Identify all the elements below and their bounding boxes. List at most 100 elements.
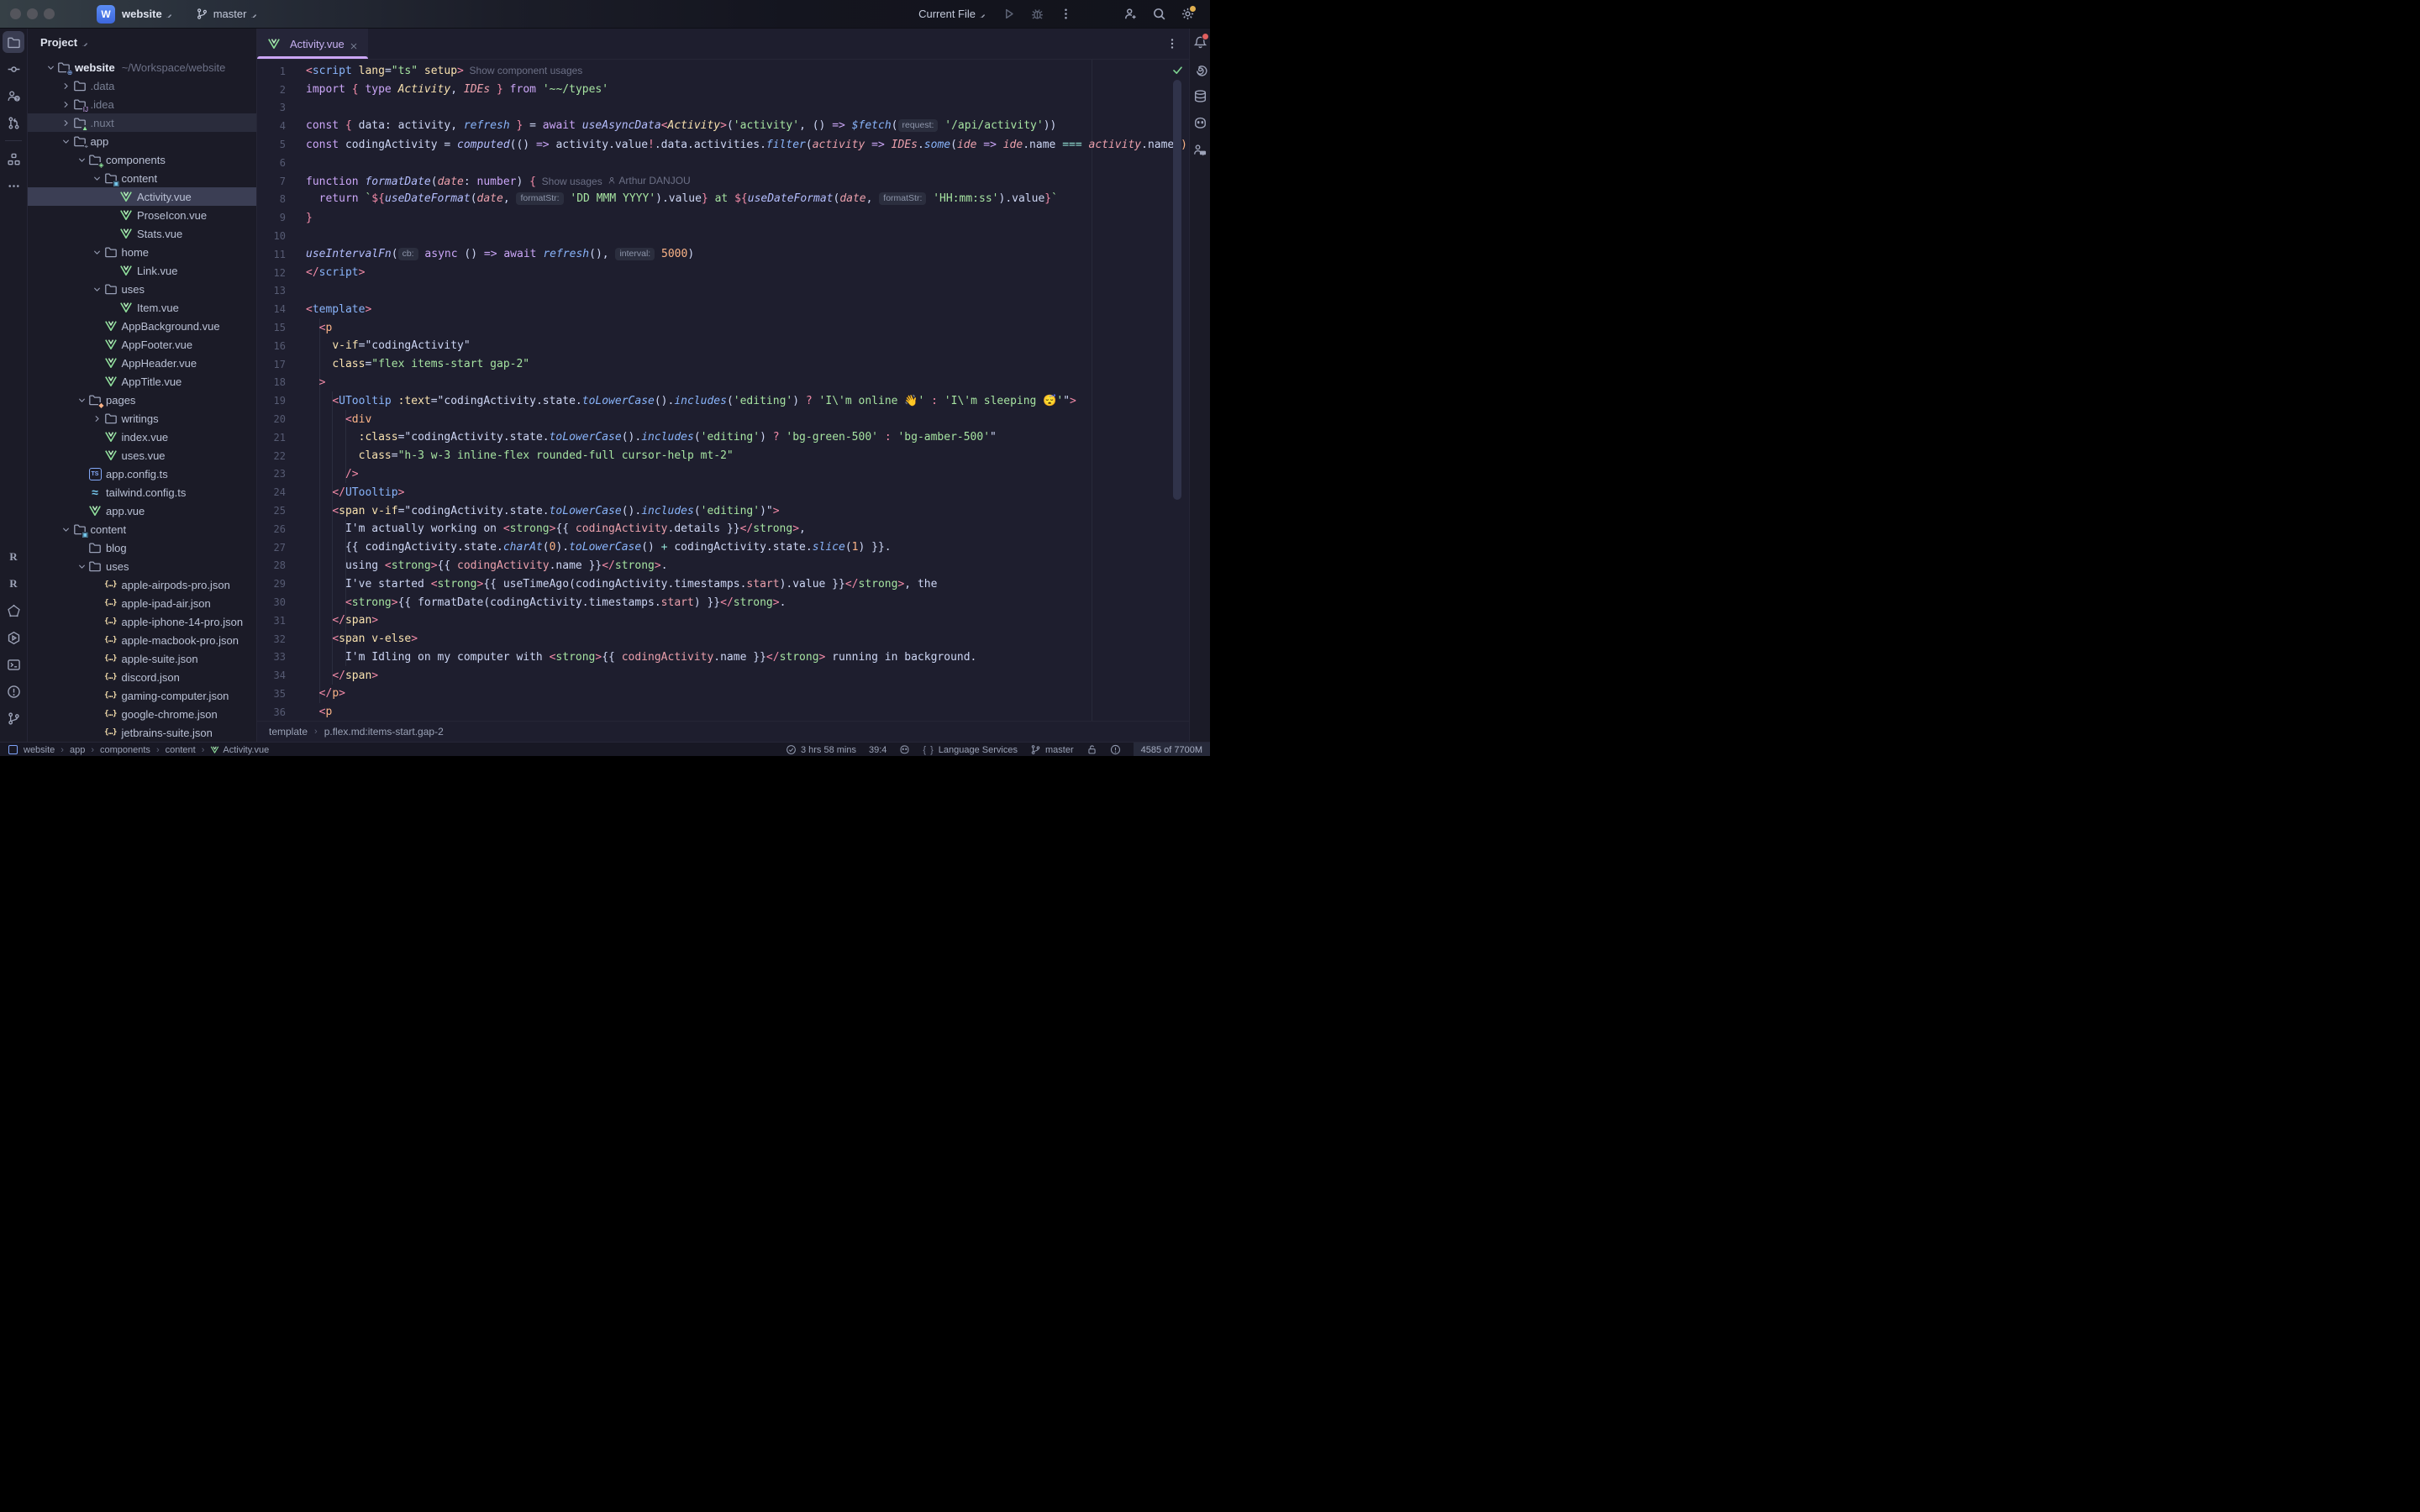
tree-row[interactable]: {…}discord.json [28, 668, 256, 686]
breadcrumb-item[interactable]: template [269, 726, 308, 738]
tree-row[interactable]: Activity.vue [28, 187, 256, 206]
tree-row[interactable]: uses [28, 280, 256, 298]
git-branch-widget[interactable]: master [1030, 744, 1074, 755]
tree-chevron-icon[interactable] [75, 153, 88, 166]
code-line[interactable]: 11useIntervalFn(cb: async () => await re… [257, 245, 1189, 264]
tree-row[interactable]: AppHeader.vue [28, 354, 256, 372]
tree-row[interactable]: Link.vue [28, 261, 256, 280]
code-line[interactable]: 7function formatDate(date: number) { Sho… [257, 172, 1189, 191]
tree-row[interactable]: index.vue [28, 428, 256, 446]
tree-row[interactable]: {…}apple-iphone-14-pro.json [28, 612, 256, 631]
tree-row[interactable]: writings [28, 409, 256, 428]
ai-assistant-button[interactable] [1189, 58, 1210, 80]
tree-chevron-icon[interactable] [91, 171, 104, 185]
tree-row[interactable]: ▣content [28, 169, 256, 187]
tree-row[interactable]: {…}apple-airpods-pro.json [28, 575, 256, 594]
code-line[interactable]: 27 {{ codingActivity.state.charAt(0).toL… [257, 538, 1189, 557]
tree-row[interactable]: TSapp.config.ts [28, 465, 256, 483]
code-line[interactable]: 6 [257, 154, 1189, 172]
tree-row[interactable]: {…}gaming-computer.json [28, 686, 256, 705]
inspections-ok-icon[interactable] [1172, 65, 1183, 76]
commit-tool-button[interactable] [3, 58, 24, 80]
status-path-item[interactable]: content [166, 745, 196, 755]
tree-row[interactable]: ◈components [28, 150, 256, 169]
tree-chevron-icon[interactable] [60, 134, 73, 148]
code-line[interactable]: 16 v-if="codingActivity" [257, 337, 1189, 355]
code-editor[interactable]: 1<script lang="ts" setup> Show component… [257, 60, 1189, 721]
tree-row[interactable]: uses.vue [28, 446, 256, 465]
r-plugin-tool-button[interactable]: R [3, 546, 24, 568]
notifications-button[interactable] [1189, 31, 1210, 53]
tree-row[interactable]: ▲.nuxt [28, 113, 256, 132]
tab-activity-vue[interactable]: Activity.vue [257, 29, 368, 59]
tree-row[interactable]: .data [28, 76, 256, 95]
code-with-me-tool-button[interactable] [1189, 139, 1210, 160]
code-line[interactable]: 34 </span> [257, 666, 1189, 685]
language-services-widget[interactable]: { } Language Services [923, 745, 1018, 755]
status-path-item[interactable]: website [24, 745, 55, 755]
project-tool-button[interactable] [3, 31, 24, 53]
tree-row[interactable]: {…}apple-suite.json [28, 649, 256, 668]
code-line[interactable]: 13 [257, 282, 1189, 301]
graphql-tool-button[interactable] [3, 600, 24, 622]
debug-button[interactable] [1030, 7, 1044, 21]
code-line[interactable]: 8 return `${useDateFormat(date, formatSt… [257, 191, 1189, 209]
tree-chevron-icon[interactable] [91, 245, 104, 259]
search-everywhere-button[interactable] [1152, 7, 1166, 21]
r-console-tool-button[interactable]: R [3, 573, 24, 595]
code-line[interactable]: 30 <strong>{{ formatDate(codingActivity.… [257, 593, 1189, 612]
code-line[interactable]: 19 <UTooltip :text="codingActivity.state… [257, 391, 1189, 410]
tree-row[interactable]: Item.vue [28, 298, 256, 317]
code-line[interactable]: 22 class="h-3 w-3 inline-flex rounded-fu… [257, 447, 1189, 465]
tree-chevron-icon[interactable] [44, 60, 57, 74]
zoom-window-button[interactable] [44, 8, 55, 19]
tree-chevron-icon[interactable] [91, 282, 104, 296]
code-line[interactable]: 33 I'm Idling on my computer with <stron… [257, 648, 1189, 667]
code-line[interactable]: 32 <span v-else> [257, 630, 1189, 648]
tree-row[interactable]: AppBackground.vue [28, 317, 256, 335]
more-tool-windows-button[interactable] [3, 175, 24, 197]
tree-row[interactable]: ⊕website~/Workspace/website [28, 58, 256, 76]
run-configuration-selector[interactable]: Current File [918, 8, 987, 20]
code-line[interactable]: 20 <div [257, 410, 1189, 428]
code-line[interactable]: 10 [257, 227, 1189, 245]
tree-row[interactable]: IJ.idea [28, 95, 256, 113]
structure-tool-button[interactable] [3, 148, 24, 170]
tree-chevron-icon[interactable] [60, 116, 73, 129]
close-window-button[interactable] [10, 8, 21, 19]
editor-options-button[interactable] [1165, 29, 1189, 59]
inspections-widget[interactable] [1110, 744, 1121, 755]
code-line[interactable]: 3 [257, 99, 1189, 118]
editor-scrollbar[interactable] [1173, 80, 1181, 500]
pull-requests-tool-button[interactable] [3, 112, 24, 134]
git-tool-button[interactable] [3, 707, 24, 729]
code-line[interactable]: 17 class="flex items-start gap-2" [257, 355, 1189, 374]
run-button[interactable] [1002, 7, 1016, 21]
tree-row[interactable]: AppFooter.vue [28, 335, 256, 354]
code-line[interactable]: 21 :class="codingActivity.state.toLowerC… [257, 428, 1189, 447]
memory-indicator[interactable]: 4585 of 7700M [1134, 743, 1210, 756]
code-line[interactable]: 29 I've started <strong>{{ useTimeAgo(co… [257, 575, 1189, 593]
code-line[interactable]: 14<template> [257, 300, 1189, 318]
caret-position-widget[interactable]: 39:4 [869, 745, 886, 755]
code-line[interactable]: 18 > [257, 374, 1189, 392]
code-line[interactable]: 2import { type Activity, IDEs } from '~~… [257, 81, 1189, 99]
minimize-window-button[interactable] [27, 8, 38, 19]
tree-row[interactable]: {…}jetbrains-suite.json [28, 723, 256, 742]
status-path-item[interactable]: app [70, 745, 85, 755]
status-path-item[interactable]: Activity.vue [210, 745, 269, 755]
code-line[interactable]: 25 <span v-if="codingActivity.state.toLo… [257, 501, 1189, 520]
status-file-path[interactable]: website›app›components›content›Activity.… [24, 745, 269, 755]
code-line[interactable]: 24 </UTooltip> [257, 483, 1189, 501]
services-tool-button[interactable] [3, 627, 24, 648]
code-line[interactable]: 15 <p [257, 318, 1189, 337]
code-line[interactable]: 31 </span> [257, 612, 1189, 630]
terminal-tool-button[interactable] [3, 654, 24, 675]
project-panel-header[interactable]: Project [28, 29, 256, 56]
tree-row[interactable]: ▣content [28, 520, 256, 538]
status-path-item[interactable]: components [100, 745, 150, 755]
code-line[interactable]: 9} [257, 208, 1189, 227]
code-line[interactable]: 12</script> [257, 264, 1189, 282]
code-line[interactable]: 5const codingActivity = computed(() => a… [257, 135, 1189, 154]
tree-row[interactable]: {…}apple-macbook-pro.json [28, 631, 256, 649]
